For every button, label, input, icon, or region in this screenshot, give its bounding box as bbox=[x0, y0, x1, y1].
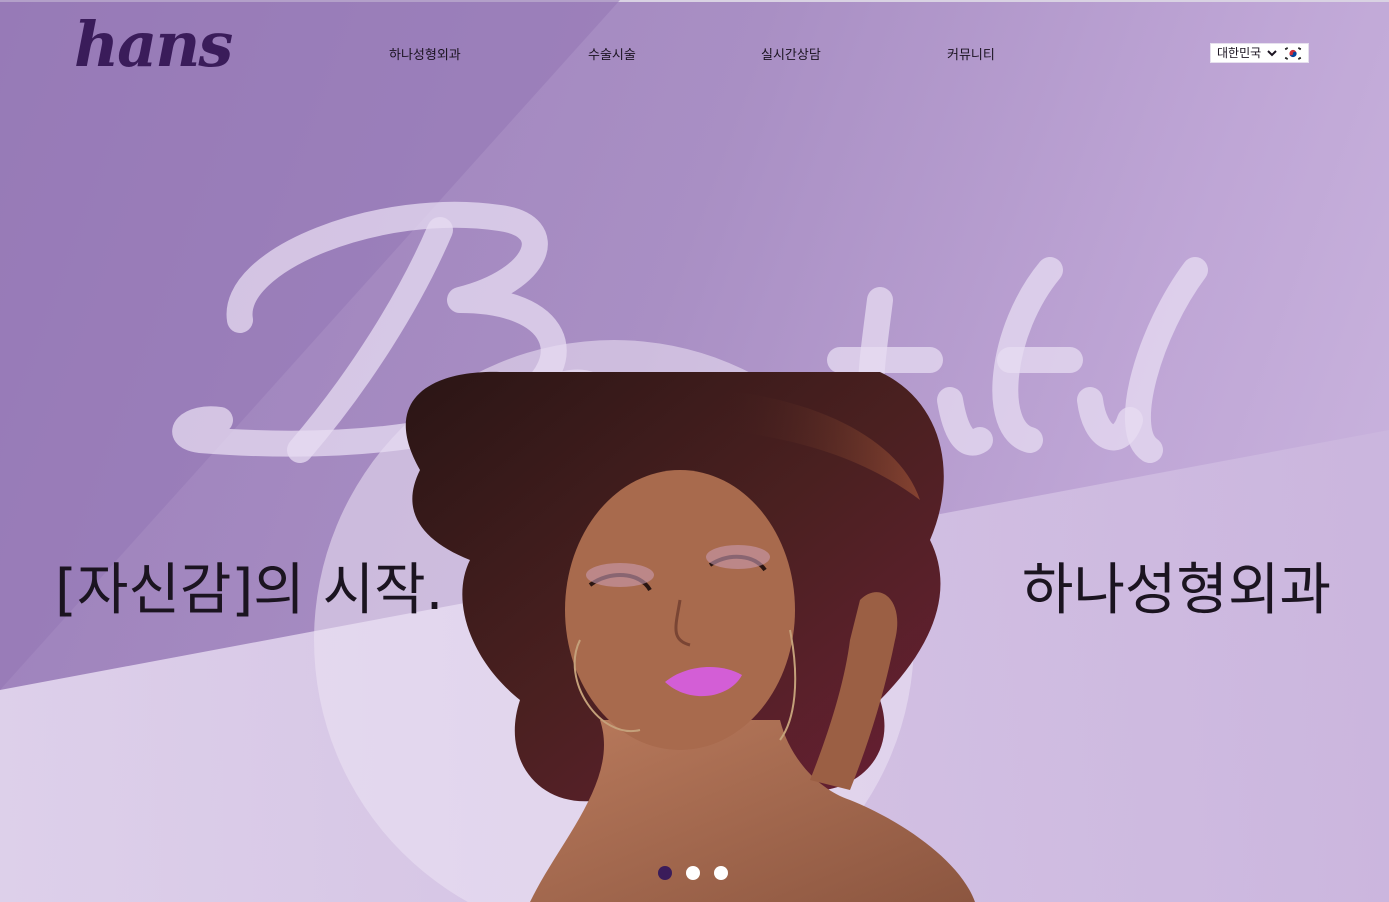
left-eyeshadow bbox=[586, 563, 654, 587]
hero-section: hans 하나성형외과 수술시술 실시간상담 커뮤니티 대한민국 [자신감]의 … bbox=[0, 0, 1389, 902]
language-selector: 대한민국 bbox=[1210, 43, 1309, 63]
main-nav: 하나성형외과 수술시술 실시간상담 커뮤니티 bbox=[0, 44, 1389, 64]
language-dropdown[interactable]: 대한민국 bbox=[1211, 44, 1280, 62]
face-shape bbox=[565, 470, 795, 750]
slide-dot-1[interactable] bbox=[658, 866, 672, 880]
hero-background bbox=[0, 0, 1389, 902]
slide-dot-2[interactable] bbox=[686, 866, 700, 880]
slide-dot-3[interactable] bbox=[714, 866, 728, 880]
nav-item-surgery[interactable]: 수술시술 bbox=[588, 44, 636, 63]
hero-headline-left: [자신감]의 시작. bbox=[55, 558, 444, 623]
slider-pagination bbox=[658, 866, 728, 880]
right-eyeshadow bbox=[706, 545, 770, 569]
korea-flag-icon bbox=[1282, 45, 1304, 61]
hero-headline-right: 하나성형외과 bbox=[1021, 558, 1331, 623]
nav-item-community[interactable]: 커뮤니티 bbox=[947, 44, 995, 63]
nav-item-live-consult[interactable]: 실시간상담 bbox=[761, 44, 821, 63]
nav-item-hana-clinic[interactable]: 하나성형외과 bbox=[389, 44, 461, 63]
